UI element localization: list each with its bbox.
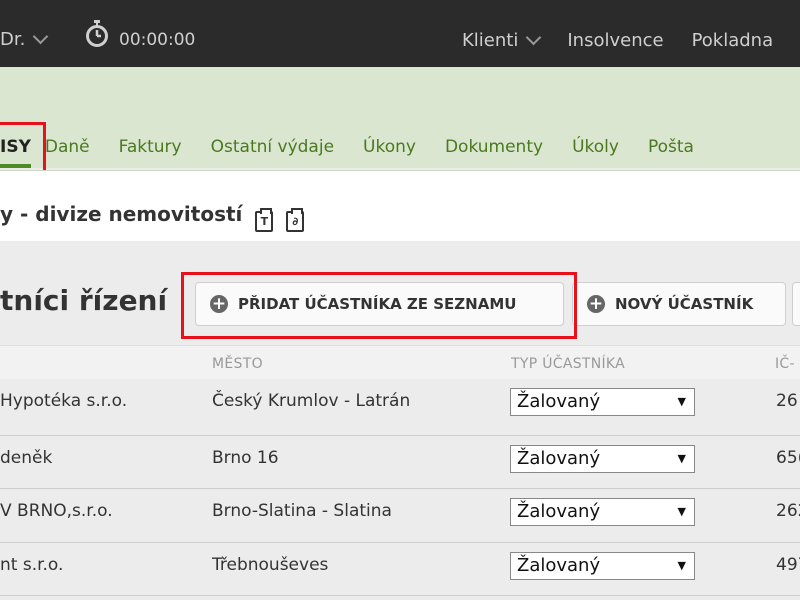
tab-bar: ISY Daně Faktury Ostatní výdaje Úkony Do… <box>0 130 723 170</box>
participant-type-select[interactable]: Žalovaný ▼ <box>510 388 695 416</box>
participant-type-select[interactable]: Žalovaný ▼ <box>510 498 695 526</box>
page-title-text: y - divize nemovitostí <box>0 202 243 226</box>
nav-klienti[interactable]: Klienti <box>462 29 542 51</box>
top-nav: Klienti Insolvence Pokladna <box>462 29 774 51</box>
table-row[interactable]: deněk Brno 16 Žalovaný ▼ 65( <box>0 436 800 489</box>
clipboard-text-icon[interactable]: T <box>255 208 274 232</box>
more-button[interactable] <box>792 282 800 326</box>
tab-dane[interactable]: Daně <box>45 130 90 164</box>
nav-insolvence-label: Insolvence <box>567 30 664 51</box>
participant-name: Hypotéka s.r.o. <box>0 391 128 411</box>
plus-circle-icon: + <box>587 294 605 314</box>
participant-type-select[interactable]: Žalovaný ▼ <box>510 445 695 473</box>
participant-ic: 26 <box>776 391 798 411</box>
timer[interactable]: 00:00:00 <box>85 18 195 50</box>
highlight-box-tab <box>0 122 46 177</box>
new-participant-label: NOVÝ ÚČASTNÍK <box>615 295 754 313</box>
tab-ukoly[interactable]: Úkoly <box>572 130 619 164</box>
tab-ukony[interactable]: Úkony <box>363 130 416 164</box>
section-heading: tníci řízení <box>0 284 168 317</box>
clipboard-link-icon[interactable]: ∂ <box>286 208 305 232</box>
participant-type-value: Žalovaný <box>517 391 601 412</box>
participant-city: Třebnouševes <box>212 555 329 575</box>
select-arrow-icon: ▼ <box>677 395 686 408</box>
participant-type-value: Žalovaný <box>517 501 601 522</box>
participant-type-value: Žalovaný <box>517 448 601 469</box>
participant-name: V BRNO,s.r.o. <box>0 501 113 521</box>
table-header: MĚSTO TYP ÚČASTNÍKA IČ- <box>0 345 800 379</box>
participant-ic: 65( <box>776 448 800 468</box>
chevron-down-icon <box>526 29 542 46</box>
select-arrow-icon: ▼ <box>677 559 686 572</box>
new-participant-button[interactable]: + NOVÝ ÚČASTNÍK <box>572 282 786 326</box>
nav-klienti-label: Klienti <box>462 30 519 51</box>
tab-posta[interactable]: Pošta <box>648 130 694 164</box>
participant-ic: 262 <box>776 501 800 521</box>
participant-type-value: Žalovaný <box>517 555 601 576</box>
select-arrow-icon: ▼ <box>677 452 686 465</box>
participant-name: nt s.r.o. <box>0 555 64 575</box>
select-arrow-icon: ▼ <box>677 505 686 518</box>
column-header-type[interactable]: TYP ÚČASTNÍKA <box>511 356 625 372</box>
table-row[interactable]: V BRNO,s.r.o. Brno-Slatina - Slatina Žal… <box>0 489 800 543</box>
timer-value: 00:00:00 <box>119 30 196 50</box>
chevron-down-icon <box>33 28 49 45</box>
highlight-box-button <box>181 272 577 339</box>
table-row[interactable]: nt s.r.o. Třebnouševes Žalovaný ▼ 497 <box>0 543 800 596</box>
participant-type-select[interactable]: Žalovaný ▼ <box>510 552 695 580</box>
participant-ic: 497 <box>776 555 800 575</box>
top-bar: Dr. 00:00:00 Klienti Insolvence Pokladna <box>0 0 800 67</box>
tab-ostatni-vydaje[interactable]: Ostatní výdaje <box>211 130 334 164</box>
tab-dokumenty[interactable]: Dokumenty <box>445 130 543 164</box>
nav-insolvence[interactable]: Insolvence <box>567 30 663 51</box>
participants-table: MĚSTO TYP ÚČASTNÍKA IČ- Hypotéka s.r.o. … <box>0 345 800 596</box>
nav-pokladna[interactable]: Pokladna <box>692 30 774 51</box>
participant-city: Český Krumlov - Latrán <box>212 391 411 411</box>
column-header-ic[interactable]: IČ- <box>775 356 795 372</box>
table-row[interactable]: Hypotéka s.r.o. Český Krumlov - Latrán Ž… <box>0 379 800 436</box>
participant-name: deněk <box>0 448 53 468</box>
page-title: y - divize nemovitostí T ∂ <box>0 202 305 232</box>
tab-faktury[interactable]: Faktury <box>119 130 182 164</box>
column-header-city[interactable]: MĚSTO <box>212 356 263 372</box>
nav-pokladna-label: Pokladna <box>691 30 774 51</box>
title-band: y - divize nemovitostí T ∂ <box>0 170 800 241</box>
user-label: Dr. <box>0 29 26 50</box>
user-menu[interactable]: Dr. <box>0 28 49 50</box>
participant-city: Brno-Slatina - Slatina <box>212 501 392 521</box>
stopwatch-icon <box>86 20 108 47</box>
participant-city: Brno 16 <box>212 448 279 468</box>
